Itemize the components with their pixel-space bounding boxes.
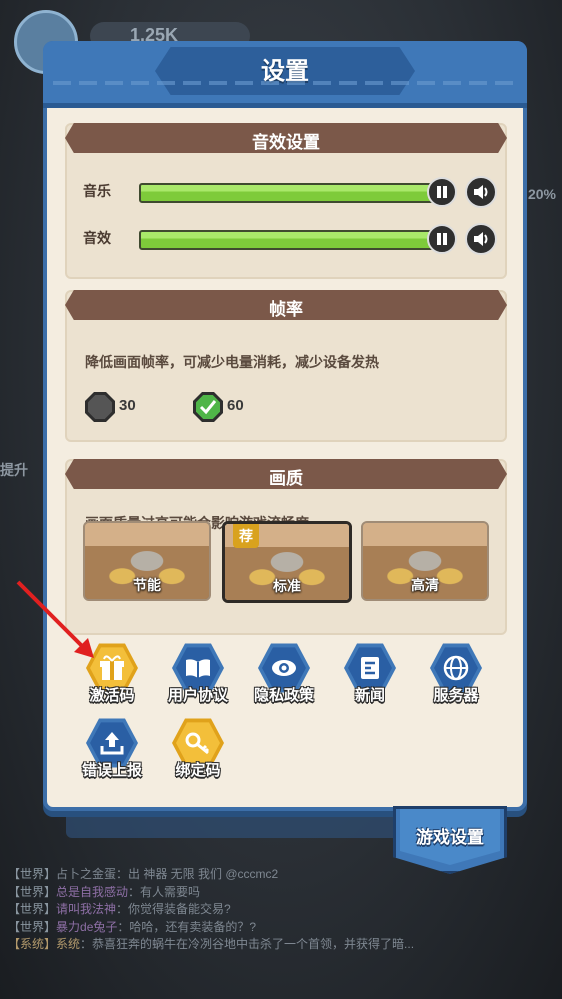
- checkmark-icon[interactable]: [193, 392, 223, 422]
- chat-name[interactable]: 总是自我感动: [56, 885, 128, 899]
- music-label: 音乐: [83, 183, 111, 199]
- eye-icon: [272, 660, 296, 676]
- fps-option-60[interactable]: 60: [193, 392, 283, 426]
- checkbox-icon[interactable]: [85, 392, 115, 422]
- chat-row: 【世界】请叫我法神：你觉得装备能交易?: [8, 901, 553, 919]
- settings-dialog: 设置 音效设置 音乐 音效 帧率 降低画面帧率，可减少电量消耗，减少设备发热 3…: [43, 41, 527, 811]
- button-label: 错误上报: [81, 762, 142, 779]
- chat-channel: 【系统】: [8, 937, 57, 951]
- button-label: 激活码: [89, 687, 135, 704]
- fps-section: 帧率 降低画面帧率，可减少电量消耗，减少设备发热 30 60: [65, 290, 507, 442]
- recommend-badge: 荐: [233, 524, 259, 548]
- section-title: 帧率: [269, 300, 303, 319]
- chat-log: 【世界】占卜之金蛋：出 神器 无限 我们 @cccmc2 【世界】总是自我感动：…: [8, 866, 553, 954]
- sfx-slider-knob[interactable]: [427, 224, 457, 254]
- button-label: 服务器: [433, 687, 479, 704]
- bind-code-button[interactable]: 绑定码: [158, 717, 238, 793]
- chat-row: 【世界】占卜之金蛋：出 神器 无限 我们 @cccmc2: [8, 866, 553, 884]
- side-right-label: 20%: [527, 186, 556, 202]
- sfx-slider-track[interactable]: [139, 230, 439, 250]
- fps-description: 降低画面帧率，可减少电量消耗，减少设备发热: [85, 354, 379, 370]
- tab-label: 游戏设置: [416, 828, 484, 847]
- chat-channel: 【世界】: [8, 919, 57, 934]
- error-report-button[interactable]: 错误上报: [72, 717, 152, 793]
- chat-text: 占卜之金蛋：出 神器 无限 我们 @cccmc2: [56, 867, 279, 881]
- chat-channel: 【世界】: [8, 867, 57, 881]
- chat-name[interactable]: 请叫我法神: [56, 902, 116, 916]
- quality-option-high[interactable]: 高清: [361, 521, 489, 601]
- sound-section: 音效设置 音乐 音效: [65, 123, 507, 279]
- speaker-icon[interactable]: [465, 223, 497, 255]
- sfx-slider-row: 音效: [83, 223, 497, 255]
- news-icon: [361, 657, 379, 679]
- music-slider-row: 音乐: [83, 176, 497, 208]
- quality-option-standard[interactable]: 荐 标准: [222, 521, 352, 603]
- chat-row: 【世界】暴力de兔子：哈哈，还有卖装备的？?: [8, 919, 553, 937]
- dialog-title: 设置: [261, 58, 309, 85]
- chat-text: ：你觉得装备能交易?: [116, 902, 231, 916]
- music-slider-track[interactable]: [139, 183, 439, 203]
- fps-value: 60: [227, 397, 244, 414]
- book-icon: [186, 659, 210, 678]
- fps-value: 30: [119, 397, 136, 414]
- globe-icon: [443, 655, 469, 681]
- chat-channel: 【世界】: [8, 884, 57, 899]
- privacy-policy-button[interactable]: 隐私政策: [244, 642, 324, 718]
- chat-text: ：哈哈，还有卖装备的？?: [117, 919, 257, 934]
- button-label: 隐私政策: [253, 687, 314, 704]
- server-button[interactable]: 服务器: [416, 642, 496, 718]
- button-label: 用户协议: [167, 687, 228, 704]
- section-header: 画质: [65, 459, 507, 489]
- section-title: 画质: [269, 469, 303, 488]
- news-button[interactable]: 新闻: [330, 642, 410, 718]
- section-header: 帧率: [65, 290, 507, 320]
- chat-row: 【世界】总是自我感动：有人需要吗: [8, 884, 553, 902]
- side-left-label: 提升: [0, 462, 28, 478]
- key-icon: [185, 732, 210, 755]
- user-agreement-button[interactable]: 用户协议: [158, 642, 238, 718]
- button-label: 新闻: [354, 687, 385, 704]
- upload-icon: [100, 732, 124, 755]
- chat-name[interactable]: 暴力de兔子: [56, 920, 117, 934]
- section-title: 音效设置: [252, 133, 320, 152]
- quality-label: 标准: [273, 578, 301, 594]
- chat-row: 【系统】系统：恭喜狂奔的蜗牛在冷冽谷地中击杀了一个首领，并获得了暗...: [8, 936, 553, 954]
- button-label: 绑定码: [175, 762, 221, 779]
- red-arrow-icon: [16, 580, 94, 658]
- quality-section: 画质 画面质量过高可能会影响游戏流畅度 节能 荐 标准 高清: [65, 459, 507, 635]
- section-header: 音效设置: [65, 123, 507, 153]
- sfx-label: 音效: [83, 230, 111, 246]
- dialog-header: 设置: [43, 41, 527, 108]
- chat-text: ：有人需要吗: [128, 884, 201, 899]
- chat-name: 系统: [56, 937, 81, 951]
- chat-channel: 【世界】: [8, 902, 57, 916]
- chat-text: ：恭喜狂奔的蜗牛在冷冽谷地中击杀了一个首领，并获得了暗...: [80, 937, 415, 951]
- fps-option-30[interactable]: 30: [85, 392, 175, 426]
- music-slider-knob[interactable]: [427, 177, 457, 207]
- speaker-icon[interactable]: [465, 176, 497, 208]
- quality-label: 高清: [411, 577, 439, 593]
